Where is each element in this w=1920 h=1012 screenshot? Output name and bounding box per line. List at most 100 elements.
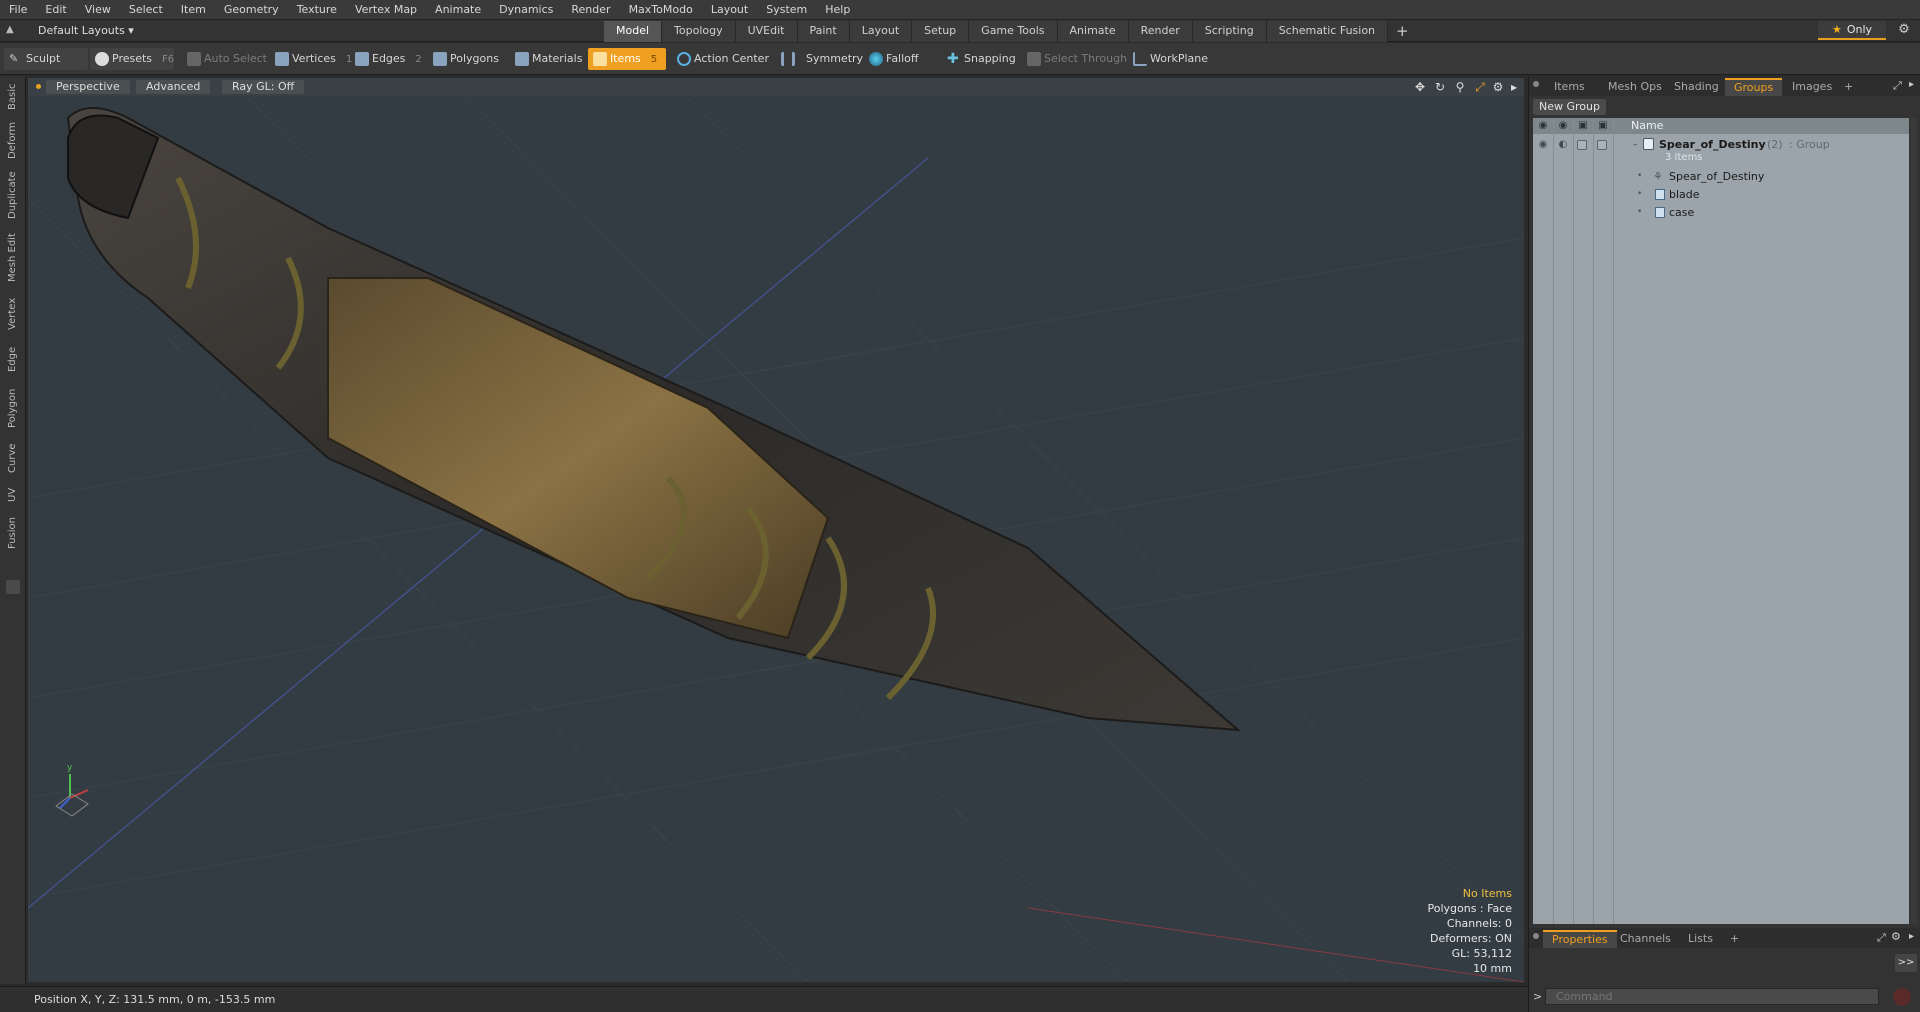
materials-button[interactable]: Materials [510,48,590,70]
vtab-fusion[interactable]: Fusion [3,512,23,554]
presets-button[interactable]: Presets F6 [90,48,174,70]
action-center-button[interactable]: Action Center [672,48,777,70]
menu-animate[interactable]: Animate [426,0,490,20]
polygons-button[interactable]: Polygons [428,48,507,70]
viewport-menu-arrow-icon[interactable]: ▸ [1506,79,1522,95]
falloff-button[interactable]: Falloff [864,48,926,70]
tab-properties[interactable]: Properties [1543,930,1617,948]
tab-model[interactable]: Model [604,21,663,42]
tab-setup[interactable]: Setup [912,21,970,42]
menu-system[interactable]: System [757,0,816,20]
tab-paint[interactable]: Paint [797,21,850,42]
add-tab-button[interactable]: + [1388,21,1417,42]
render-column-icon[interactable]: ◉ [1557,120,1569,132]
panel-menu-arrow-icon[interactable]: ▸ [1909,79,1914,90]
vtab-uv[interactable]: UV [3,482,23,508]
tab-schematic-fusion[interactable]: Schematic Fusion [1266,21,1389,42]
gear-icon[interactable]: ⚙ [1895,22,1913,40]
group-row[interactable]: ◉ ◐ – Spear_of_Destiny (2) : Group 3 Ite… [1533,136,1909,166]
lock-column-icon[interactable]: ▣ [1577,120,1589,132]
tab-animate[interactable]: Animate [1057,21,1129,42]
tab-uvedit[interactable]: UVEdit [735,21,798,42]
menu-dynamics[interactable]: Dynamics [490,0,562,20]
menu-texture[interactable]: Texture [288,0,346,20]
new-group-button[interactable]: New Group [1533,99,1606,115]
shading-mode-button[interactable]: Advanced [136,80,211,94]
select-through-button[interactable]: Select Through [1022,48,1135,70]
vtab-curve[interactable]: Curve [3,438,23,478]
auto-select-button[interactable]: Auto Select [182,48,275,70]
tab-channels[interactable]: Channels [1611,930,1680,948]
vertices-button[interactable]: Vertices 1 [270,48,360,70]
vtab-polygon[interactable]: Polygon [3,382,23,434]
only-button[interactable]: ★ Only [1818,21,1886,40]
properties-gear-icon[interactable]: ⚙ [1891,930,1901,943]
pan-icon[interactable]: ✥ [1412,79,1428,95]
tab-lists[interactable]: Lists [1679,930,1722,948]
vtab-mesh-edit[interactable]: Mesh Edit [3,228,23,288]
left-panel-toggle-icon[interactable] [6,580,20,594]
3d-viewport[interactable]: y Perspective Advanced Ray GL: Off ✥ ↻ ⚲… [28,78,1524,982]
fit-view-icon[interactable]: ⤢ [1472,79,1488,95]
menu-render[interactable]: Render [562,0,619,20]
visibility-eye-icon[interactable]: ◉ [1537,139,1549,151]
list-item[interactable]: • ⚘ Spear_of_Destiny [1533,168,1909,186]
collapse-arrow-icon[interactable]: – [1633,140,1638,150]
list-item[interactable]: • case [1533,204,1909,222]
menu-maxtomodo[interactable]: MaxToModo [620,0,702,20]
select-checkbox[interactable] [1597,140,1607,150]
add-panel-tab-button[interactable]: + [1835,78,1862,96]
vtab-edge[interactable]: Edge [3,340,23,378]
tab-mesh-ops[interactable]: Mesh Ops [1599,78,1671,96]
menu-help[interactable]: Help [816,0,859,20]
menu-select[interactable]: Select [120,0,172,20]
symmetry-button[interactable]: Symmetry [776,48,871,70]
tab-topology[interactable]: Topology [662,21,736,42]
view-mode-button[interactable]: Perspective [46,80,130,94]
tab-game-tools[interactable]: Game Tools [969,21,1058,42]
list-item[interactable]: • blade [1533,186,1909,204]
groups-list[interactable]: ◉ ◉ ▣ ▣ Name ◉ ◐ – Spear_of_Destiny (2) … [1533,118,1909,924]
menu-vertex-map[interactable]: Vertex Map [346,0,426,20]
vtab-basic[interactable]: Basic [3,80,23,114]
tab-scripting[interactable]: Scripting [1192,21,1267,42]
items-button[interactable]: Items 5 [588,48,666,70]
tab-items[interactable]: Items [1545,78,1594,96]
tab-groups[interactable]: Groups [1725,78,1783,96]
command-run-icon[interactable] [1893,988,1911,1006]
menu-view[interactable]: View [76,0,120,20]
tab-layout[interactable]: Layout [849,21,913,42]
menu-layout[interactable]: Layout [702,0,757,20]
list-scrollbar[interactable] [1911,118,1917,924]
edges-button[interactable]: Edges 2 [350,48,430,70]
viewport-settings-icon[interactable]: ⚙ [1490,79,1506,95]
raygl-button[interactable]: Ray GL: Off [222,80,305,94]
rotate-icon[interactable]: ↻ [1432,79,1448,95]
workplane-button[interactable]: WorkPlane [1128,48,1216,70]
collapse-icon[interactable]: ▲ [6,24,16,36]
menu-geometry[interactable]: Geometry [215,0,288,20]
maximize-icon[interactable]: ⤢ [1893,79,1902,93]
lock-checkbox[interactable] [1577,140,1587,150]
tab-images[interactable]: Images [1783,78,1841,96]
vtab-vertex[interactable]: Vertex [3,292,23,336]
menu-file[interactable]: File [0,0,36,20]
menu-item[interactable]: Item [172,0,215,20]
vtab-deform[interactable]: Deform [3,118,23,162]
name-column-header[interactable]: Name [1631,119,1663,132]
select-column-icon[interactable]: ▣ [1597,120,1609,132]
tab-shading[interactable]: Shading [1665,78,1728,96]
tab-render[interactable]: Render [1128,21,1193,42]
add-panel-tab-button[interactable]: + [1721,930,1748,948]
panel-menu-arrow-icon[interactable]: ▸ [1909,931,1914,942]
vtab-duplicate[interactable]: Duplicate [3,166,23,224]
visibility-column-icon[interactable]: ◉ [1537,120,1549,132]
sculpt-button[interactable]: ✎ Sculpt [4,48,88,70]
command-input[interactable] [1545,988,1879,1005]
render-eye-icon[interactable]: ◐ [1557,139,1569,151]
layout-dropdown[interactable]: Default Layouts ▾ [18,22,146,40]
expand-button[interactable]: >> [1895,954,1917,972]
snapping-button[interactable]: ✚ Snapping [942,48,1024,70]
maximize-icon[interactable]: ⤢ [1877,931,1886,945]
menu-edit[interactable]: Edit [36,0,75,20]
